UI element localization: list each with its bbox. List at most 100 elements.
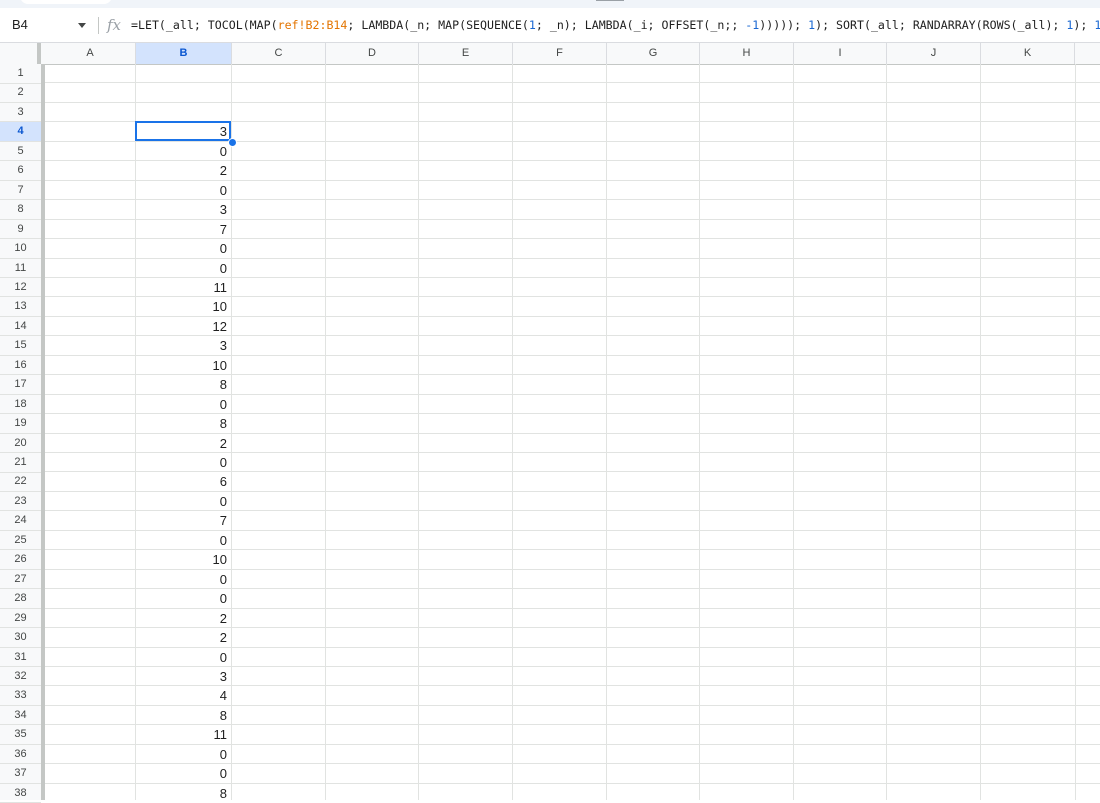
cell-b27[interactable]: 0 [135,570,231,590]
row-header-16[interactable]: 16 [0,356,41,376]
row-header-15[interactable]: 15 [0,336,41,356]
cell-b12[interactable]: 11 [135,278,231,298]
cell-b38[interactable]: 8 [135,784,231,800]
fill-handle[interactable] [228,137,237,147]
row-header-10[interactable]: 10 [0,239,41,259]
cell-b29[interactable]: 2 [135,609,231,629]
cell-b15[interactable]: 3 [135,336,231,356]
cell-b26[interactable]: 10 [135,550,231,570]
cell-b19[interactable]: 8 [135,414,231,434]
formula-input[interactable]: =LET(_all; TOCOL(MAP(ref!B2:B14; LAMBDA(… [131,13,1100,37]
row-header-3[interactable]: 3 [0,103,41,123]
row-header-29[interactable]: 29 [0,609,41,629]
cell-b37[interactable]: 0 [135,764,231,784]
cell-b32[interactable]: 3 [135,667,231,687]
column-header-f[interactable]: F [513,43,607,64]
column-header-c[interactable]: C [232,43,326,64]
row-header-22[interactable]: 22 [0,472,41,492]
cell-b9[interactable]: 7 [135,220,231,240]
column-header-g[interactable]: G [607,43,700,64]
name-box[interactable]: B4 [0,12,97,38]
row-header-21[interactable]: 21 [0,453,41,473]
cell-b17[interactable]: 8 [135,375,231,395]
cell-b8[interactable]: 3 [135,200,231,220]
cell-b10[interactable]: 0 [135,239,231,259]
cell-b6[interactable]: 2 [135,161,231,181]
column-header-d[interactable]: D [326,43,419,64]
row-header-13[interactable]: 13 [0,297,41,317]
column-header-b[interactable]: B [136,43,232,64]
formula-token: 1 [1094,18,1100,32]
cell-b11[interactable]: 0 [135,259,231,279]
row-header-6[interactable]: 6 [0,161,41,181]
row-header-20[interactable]: 20 [0,434,41,454]
column-header-i[interactable]: I [794,43,887,64]
cell-b25[interactable]: 0 [135,531,231,551]
column-header-e[interactable]: E [419,43,513,64]
row-header-34[interactable]: 34 [0,706,41,726]
column-header-a[interactable]: A [45,43,136,64]
formula-token: 1 [528,18,536,32]
row-header-11[interactable]: 11 [0,259,41,278]
formula-token: ; _n); LAMBDA(_i; OFFSET(_n;; [535,18,746,32]
cell-b33[interactable]: 4 [135,686,231,706]
row-header-8[interactable]: 8 [0,200,41,220]
formula-token: -1 [745,18,760,32]
row-header-36[interactable]: 36 [0,745,41,765]
row-header-33[interactable]: 33 [0,686,41,706]
browser-tab-edge [20,0,112,4]
cell-b20[interactable]: 2 [135,434,231,454]
cell-b14[interactable]: 12 [135,317,231,337]
cell-b16[interactable]: 10 [135,356,231,376]
row-header-27[interactable]: 27 [0,570,41,590]
row-header-7[interactable]: 7 [0,181,41,201]
row-header-30[interactable]: 30 [0,628,41,648]
row-header-18[interactable]: 18 [0,395,41,415]
cell-b22[interactable]: 6 [135,472,231,492]
cell-b13[interactable]: 10 [135,297,231,317]
row-header-4[interactable]: 4 [0,122,41,142]
cell-b5[interactable]: 0 [135,142,231,162]
row-header-24[interactable]: 24 [0,511,41,531]
select-all-corner[interactable] [0,43,41,64]
chevron-down-icon[interactable] [78,23,86,28]
row-header-25[interactable]: 25 [0,531,41,551]
cell-b31[interactable]: 0 [135,648,231,668]
column-header-h[interactable]: H [700,43,794,64]
row-header-38[interactable]: 38 [0,784,41,803]
cell-b35[interactable]: 11 [135,725,231,745]
row-header-5[interactable]: 5 [0,142,41,162]
row-header-19[interactable]: 19 [0,414,41,434]
cell-b34[interactable]: 8 [135,706,231,726]
gridline-horizontal [45,101,1100,103]
row-header-28[interactable]: 28 [0,589,41,609]
browser-top-strip [0,0,1100,8]
gridline-horizontal [45,82,1100,84]
name-box-value[interactable]: B4 [12,12,28,38]
cell-b24[interactable]: 7 [135,511,231,531]
row-header-9[interactable]: 9 [0,220,41,240]
row-header-26[interactable]: 26 [0,550,41,570]
row-header-35[interactable]: 35 [0,725,41,745]
row-header-1[interactable]: 1 [0,64,41,84]
cell-b23[interactable]: 0 [135,492,231,512]
row-header-37[interactable]: 37 [0,764,41,784]
cell-b21[interactable]: 0 [135,453,231,473]
cell-b30[interactable]: 2 [135,628,231,648]
formula-bar-divider [98,17,99,34]
cell-grid[interactable]: 3 0 2 0 3 7 0 0 11 10 12 3 10 8 0 8 2 0 6 0 7 0 10 0 0 2 2 0 3 4 8 11 0 0… [45,64,1100,800]
cell-b18[interactable]: 0 [135,395,231,415]
cell-b28[interactable]: 0 [135,589,231,609]
row-header-14[interactable]: 14 [0,317,41,337]
column-header-j[interactable]: J [887,43,981,64]
cell-b7[interactable]: 0 [135,181,231,201]
row-header-2[interactable]: 2 [0,83,41,103]
row-header-23[interactable]: 23 [0,492,41,512]
column-header-k[interactable]: K [981,43,1075,64]
row-header-32[interactable]: 32 [0,667,41,687]
cell-b36[interactable]: 0 [135,745,231,765]
row-header-12[interactable]: 12 [0,278,41,298]
row-header-17[interactable]: 17 [0,375,41,395]
formula-token: ref!B2:B14 [277,18,348,32]
row-header-31[interactable]: 31 [0,648,41,667]
